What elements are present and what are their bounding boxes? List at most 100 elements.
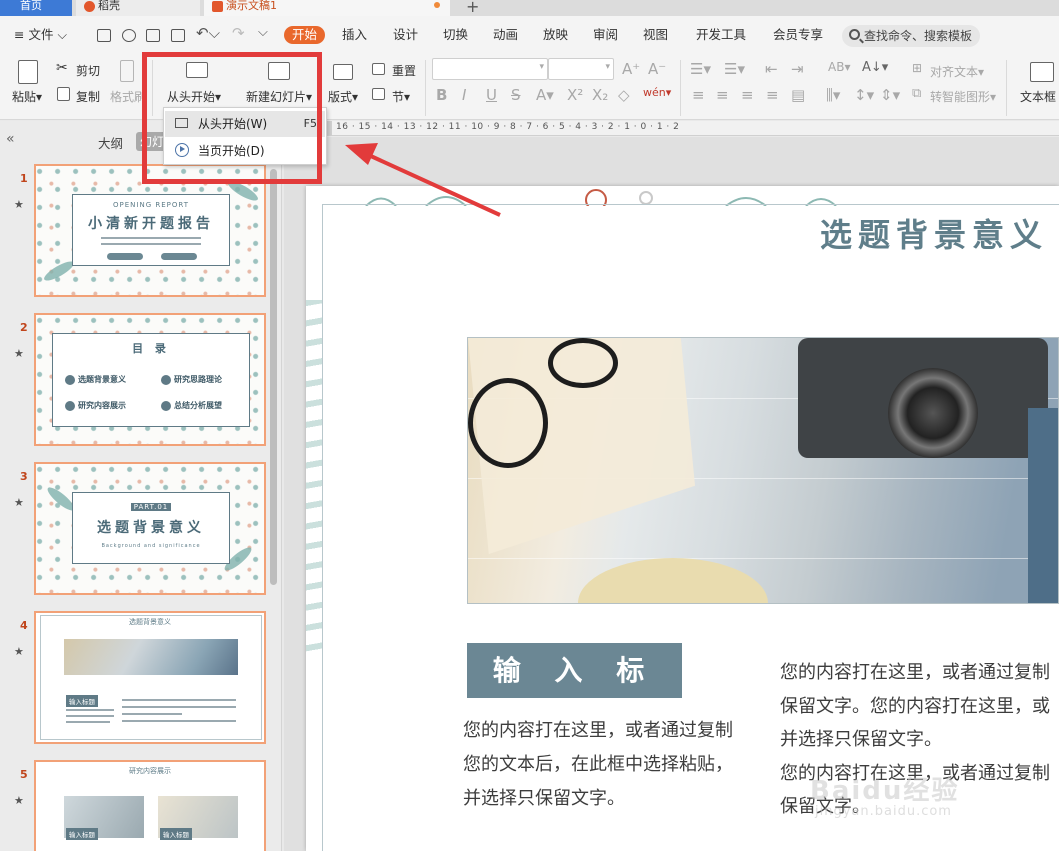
body-text-left[interactable]: 您的内容打在这里，或者通过复制您的文本后，在此框中选择粘贴，并选择只保留文字。 — [463, 714, 735, 816]
customize-toolbar-icon[interactable]: ⌵ — [258, 24, 268, 42]
toc-item-label: 研究内容展示 — [78, 401, 126, 410]
slide-number: 2 — [20, 321, 28, 334]
numbering-icon[interactable]: ☰▾ — [724, 60, 745, 78]
align-center-icon[interactable]: ≡ — [716, 86, 729, 104]
phonetic-guide-icon[interactable]: wén▾ — [643, 86, 671, 99]
toc-bullet-icon — [161, 374, 171, 385]
menu-slideshow[interactable]: 放映 — [543, 26, 568, 44]
paragraph-spacing-icon[interactable]: ⇕▾ — [880, 86, 900, 104]
input-title-box[interactable]: 输 入 标 题 — [467, 643, 682, 742]
slide-thumbnail-3[interactable]: PART.01 选题背景意义 Background and significan… — [34, 462, 266, 595]
toc-item: 研究内容展示 — [65, 400, 126, 411]
copy-icon — [57, 87, 70, 101]
paste-button[interactable]: 粘贴▾ — [12, 88, 42, 105]
distribute-icon[interactable]: ▤ — [791, 86, 805, 104]
menu-transition[interactable]: 切换 — [443, 26, 468, 44]
ruler-ticks: 16 · 15 · 14 · 13 · 12 · 11 · 10 · 9 · 8… — [336, 122, 680, 132]
toc-bullet-icon — [161, 400, 171, 411]
animation-star-icon: ★ — [14, 347, 24, 360]
section-button[interactable]: 节▾ — [392, 88, 410, 105]
toc-title: 目 录 — [132, 342, 170, 355]
layout-button[interactable]: 版式▾ — [328, 88, 358, 105]
cut-button[interactable]: 剪切 — [76, 62, 100, 79]
animation-star-icon: ★ — [14, 496, 24, 509]
bullets-icon[interactable]: ☰▾ — [690, 60, 711, 78]
subtitle-line — [101, 243, 201, 245]
slide-thumbnail-4[interactable]: 选题背景意义 输入标题 — [34, 611, 266, 744]
file-menu-label: 文件 — [28, 27, 54, 42]
command-search[interactable]: 查找命令、搜索模板 — [842, 25, 980, 47]
menu-insert[interactable]: 插入 — [342, 26, 367, 44]
slide-thumbnail-2[interactable]: 目 录 选题背景意义 研究思路理论 研究内容展示 总结分析展望 — [34, 313, 266, 446]
clear-format-icon[interactable]: ◇ — [618, 86, 630, 104]
save-icon[interactable] — [97, 29, 111, 42]
copy-button[interactable]: 复制 — [76, 88, 100, 105]
format-painter-button[interactable]: 格式刷 — [110, 88, 146, 105]
slide-thumbnail-5[interactable]: 研究内容展示 输入标题 输入标题 — [34, 760, 266, 851]
slide-number: 3 — [20, 470, 28, 483]
text-direction-icon[interactable]: AB▾ — [828, 60, 850, 74]
body-line: 保留文字。您的内容打在这里，或 — [780, 695, 1050, 717]
text-line — [122, 706, 236, 708]
export-icon[interactable] — [122, 29, 136, 42]
align-left-icon[interactable]: ≡ — [692, 86, 705, 104]
smartart-button[interactable]: 转智能图形▾ — [930, 88, 996, 105]
font-size-select[interactable] — [548, 58, 614, 80]
layout-icon — [333, 64, 353, 80]
redo-icon[interactable]: ↷ — [232, 24, 245, 42]
menu-design[interactable]: 设计 — [393, 26, 418, 44]
shrink-font-icon[interactable]: A⁻ — [648, 60, 666, 78]
panel-scrollbar[interactable] — [270, 169, 277, 585]
menu-animation[interactable]: 动画 — [493, 26, 518, 44]
superscript-icon[interactable]: X² — [567, 86, 583, 104]
strikethrough-icon[interactable]: S — [511, 86, 521, 104]
tab-home[interactable]: 首页 — [0, 0, 72, 16]
subscript-icon[interactable]: X₂ — [592, 86, 608, 104]
tab-home-label: 首页 — [20, 0, 42, 12]
paste-icon[interactable] — [18, 60, 38, 84]
collapse-panel-icon[interactable]: « — [6, 131, 15, 147]
print-preview-icon[interactable] — [171, 29, 185, 42]
sort-icon[interactable]: A↓▾ — [862, 60, 888, 75]
decrease-indent-icon[interactable]: ⇤ — [765, 60, 778, 78]
animation-star-icon: ★ — [14, 198, 24, 211]
align-text-button[interactable]: 对齐文本▾ — [930, 63, 984, 80]
menu-home[interactable]: 开始 — [284, 26, 326, 44]
align-text-icon[interactable]: ⊞ — [912, 61, 922, 75]
smartart-icon[interactable]: ⧉ — [912, 86, 921, 101]
font-color-icon[interactable]: A▾ — [536, 86, 554, 104]
font-name-select[interactable] — [432, 58, 548, 80]
tab-daoke[interactable]: 稻壳 — [76, 0, 200, 16]
tab-document[interactable]: 演示文稿1 — [204, 0, 450, 16]
menu-view[interactable]: 视图 — [643, 26, 668, 44]
underline-icon[interactable]: U — [486, 86, 497, 104]
file-menu[interactable]: ≡ 文件 ⌵ — [14, 26, 67, 44]
smartart-label: 转智能图形 — [930, 90, 991, 104]
toc-item: 研究思路理论 — [161, 374, 222, 385]
subtitle-line — [101, 237, 201, 239]
menu-review[interactable]: 审阅 — [593, 26, 618, 44]
textbox-button[interactable]: 文本框 — [1020, 88, 1056, 105]
menu-member[interactable]: 会员专享 — [773, 26, 823, 44]
bold-icon[interactable]: B — [436, 86, 447, 104]
horizontal-ruler[interactable]: 16 · 15 · 14 · 13 · 12 · 11 · 10 · 9 · 8… — [284, 121, 1059, 136]
reset-button[interactable]: 重置 — [392, 62, 416, 79]
text-line — [122, 713, 182, 715]
undo-icon[interactable]: ↶⌵ — [196, 24, 220, 42]
hero-photo[interactable] — [467, 337, 1059, 604]
leaf-decoration — [306, 300, 322, 660]
increase-indent-icon[interactable]: ⇥ — [791, 60, 804, 78]
grow-font-icon[interactable]: A⁺ — [622, 60, 640, 78]
print-icon[interactable] — [146, 29, 160, 42]
new-tab-plus-icon[interactable]: + — [466, 0, 479, 16]
italic-icon[interactable]: I — [462, 86, 466, 104]
reset-icon — [372, 63, 385, 75]
outline-tab[interactable]: 大纲 — [98, 133, 123, 152]
slide-title[interactable]: 选题背景意义 — [820, 210, 1048, 256]
column-icon[interactable]: ⫼▾ — [826, 86, 840, 104]
justify-icon[interactable]: ≡ — [766, 86, 779, 104]
menu-developer[interactable]: 开发工具 — [696, 26, 746, 44]
align-right-icon[interactable]: ≡ — [741, 86, 754, 104]
toc-item: 总结分析展望 — [161, 400, 222, 411]
line-spacing-icon[interactable]: ↕▾ — [854, 86, 874, 104]
